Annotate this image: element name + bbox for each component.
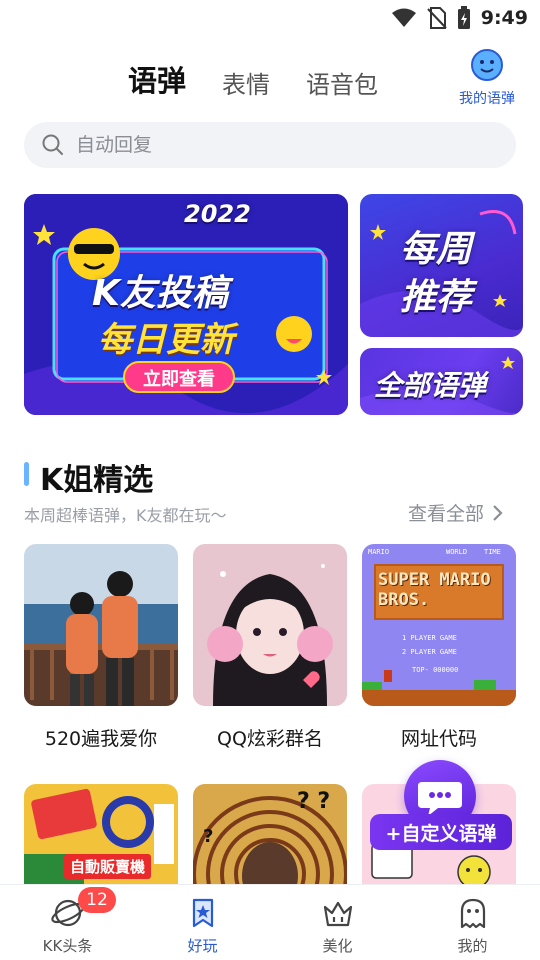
chevron-right-icon bbox=[493, 504, 503, 521]
my-voice-label: 我的语弹 bbox=[459, 91, 515, 107]
banner-line2: 每日更新 bbox=[98, 320, 234, 360]
svg-text:MARIO: MARIO bbox=[368, 548, 389, 556]
banner-weekly-picks[interactable]: 每周 推荐 bbox=[360, 194, 523, 337]
banner-weekly-line2: 推荐 bbox=[400, 277, 473, 318]
banner-line1: K友投稿 bbox=[92, 273, 228, 314]
svg-text:?: ? bbox=[203, 826, 213, 847]
nav-kk-headlines[interactable]: 12 KK头条 bbox=[0, 885, 135, 960]
card-label: QQ炫彩群名 bbox=[217, 728, 323, 750]
card-vending[interactable]: 自動販賣機 bbox=[24, 784, 178, 884]
section-subtitle: 本周超棒语弹，K友都在玩～ bbox=[24, 506, 227, 525]
fab-label: +自定义语弹 bbox=[370, 814, 512, 850]
svg-text:2 PLAYER GAME: 2 PLAYER GAME bbox=[402, 648, 457, 656]
ghost-icon bbox=[460, 898, 485, 929]
nav-label: KK头条 bbox=[42, 937, 93, 955]
card-label: 520遍我爱你 bbox=[44, 728, 158, 750]
crown-icon bbox=[323, 901, 352, 927]
ghost-face-icon bbox=[471, 49, 503, 81]
custom-voice-fab[interactable]: +自定义语弹 bbox=[370, 760, 512, 854]
svg-text:TOP- 000000: TOP- 000000 bbox=[412, 666, 458, 674]
notification-badge: 12 bbox=[78, 887, 116, 913]
tab-stickers[interactable]: 表情 bbox=[222, 65, 270, 106]
search-input[interactable] bbox=[76, 134, 476, 156]
svg-text:TIME: TIME bbox=[484, 548, 501, 556]
card-qq-group-name[interactable]: QQ炫彩群名 bbox=[193, 544, 347, 751]
battery-charging-icon bbox=[457, 6, 470, 29]
banner-cta[interactable]: 立即查看 bbox=[126, 365, 232, 391]
nav-label: 我的 bbox=[457, 937, 488, 955]
banner-weekly-line1: 每周 bbox=[400, 229, 473, 270]
search-bar[interactable] bbox=[24, 122, 516, 168]
top-tabs: 语弹 表情 语音包 bbox=[128, 56, 378, 106]
banner-all-voice-text: 全部语弹 bbox=[374, 369, 487, 402]
search-icon bbox=[42, 134, 63, 155]
card-image-mario: MARIO WORLD TIME 1 PLAYER GAME 2 PLAYER GA… bbox=[362, 544, 516, 706]
card-image-couple bbox=[24, 544, 178, 706]
svg-text:? ?: ? ? bbox=[297, 789, 330, 814]
banner-contributions[interactable]: 2022 K友投稿 每日更新 立即查看 bbox=[24, 194, 348, 415]
mario-title-text: SUPER MARIO BROS. bbox=[378, 570, 491, 610]
nav-me[interactable]: 我的 bbox=[405, 885, 540, 960]
svg-text:WORLD: WORLD bbox=[446, 548, 467, 556]
status-bar: 9:49 bbox=[0, 0, 540, 36]
tab-voice-bullets[interactable]: 语弹 bbox=[128, 58, 186, 106]
banner-all-voice[interactable]: 全部语弹 bbox=[360, 348, 523, 415]
bottom-nav: 12 KK头条 好玩 美化 我的 bbox=[0, 884, 540, 960]
banner-year: 2022 bbox=[184, 200, 251, 228]
view-all-link[interactable]: 查看全部 bbox=[408, 499, 504, 526]
card-label: 网址代码 bbox=[400, 728, 477, 750]
no-sim-icon bbox=[427, 7, 447, 29]
card-520[interactable]: 520遍我爱你 bbox=[24, 544, 178, 751]
wifi-icon bbox=[391, 8, 416, 27]
view-all-label: 查看全部 bbox=[408, 503, 485, 525]
nav-label: 好玩 bbox=[187, 937, 218, 955]
nav-label: 美化 bbox=[322, 937, 353, 955]
card-url-code[interactable]: MARIO WORLD TIME 1 PLAYER GAME 2 PLAYER GA… bbox=[362, 544, 516, 751]
my-voice-button[interactable]: 我的语弹 bbox=[450, 48, 524, 108]
svg-text:1 PLAYER GAME: 1 PLAYER GAME bbox=[402, 634, 457, 642]
section-accent-bar bbox=[24, 462, 29, 486]
status-time: 9:49 bbox=[480, 7, 528, 29]
tab-voice-packs[interactable]: 语音包 bbox=[306, 65, 378, 106]
bookmark-star-icon bbox=[192, 898, 213, 928]
card-face-swirl[interactable]: ? ? ? bbox=[193, 784, 347, 884]
card-image-girl bbox=[193, 544, 347, 706]
nav-beautify[interactable]: 美化 bbox=[270, 885, 405, 960]
vending-sign: 自動販賣機 bbox=[64, 854, 152, 879]
section-title: K姐精选 bbox=[40, 463, 154, 498]
status-icons: 9:49 bbox=[391, 6, 528, 30]
nav-fun[interactable]: 好玩 bbox=[135, 885, 270, 960]
